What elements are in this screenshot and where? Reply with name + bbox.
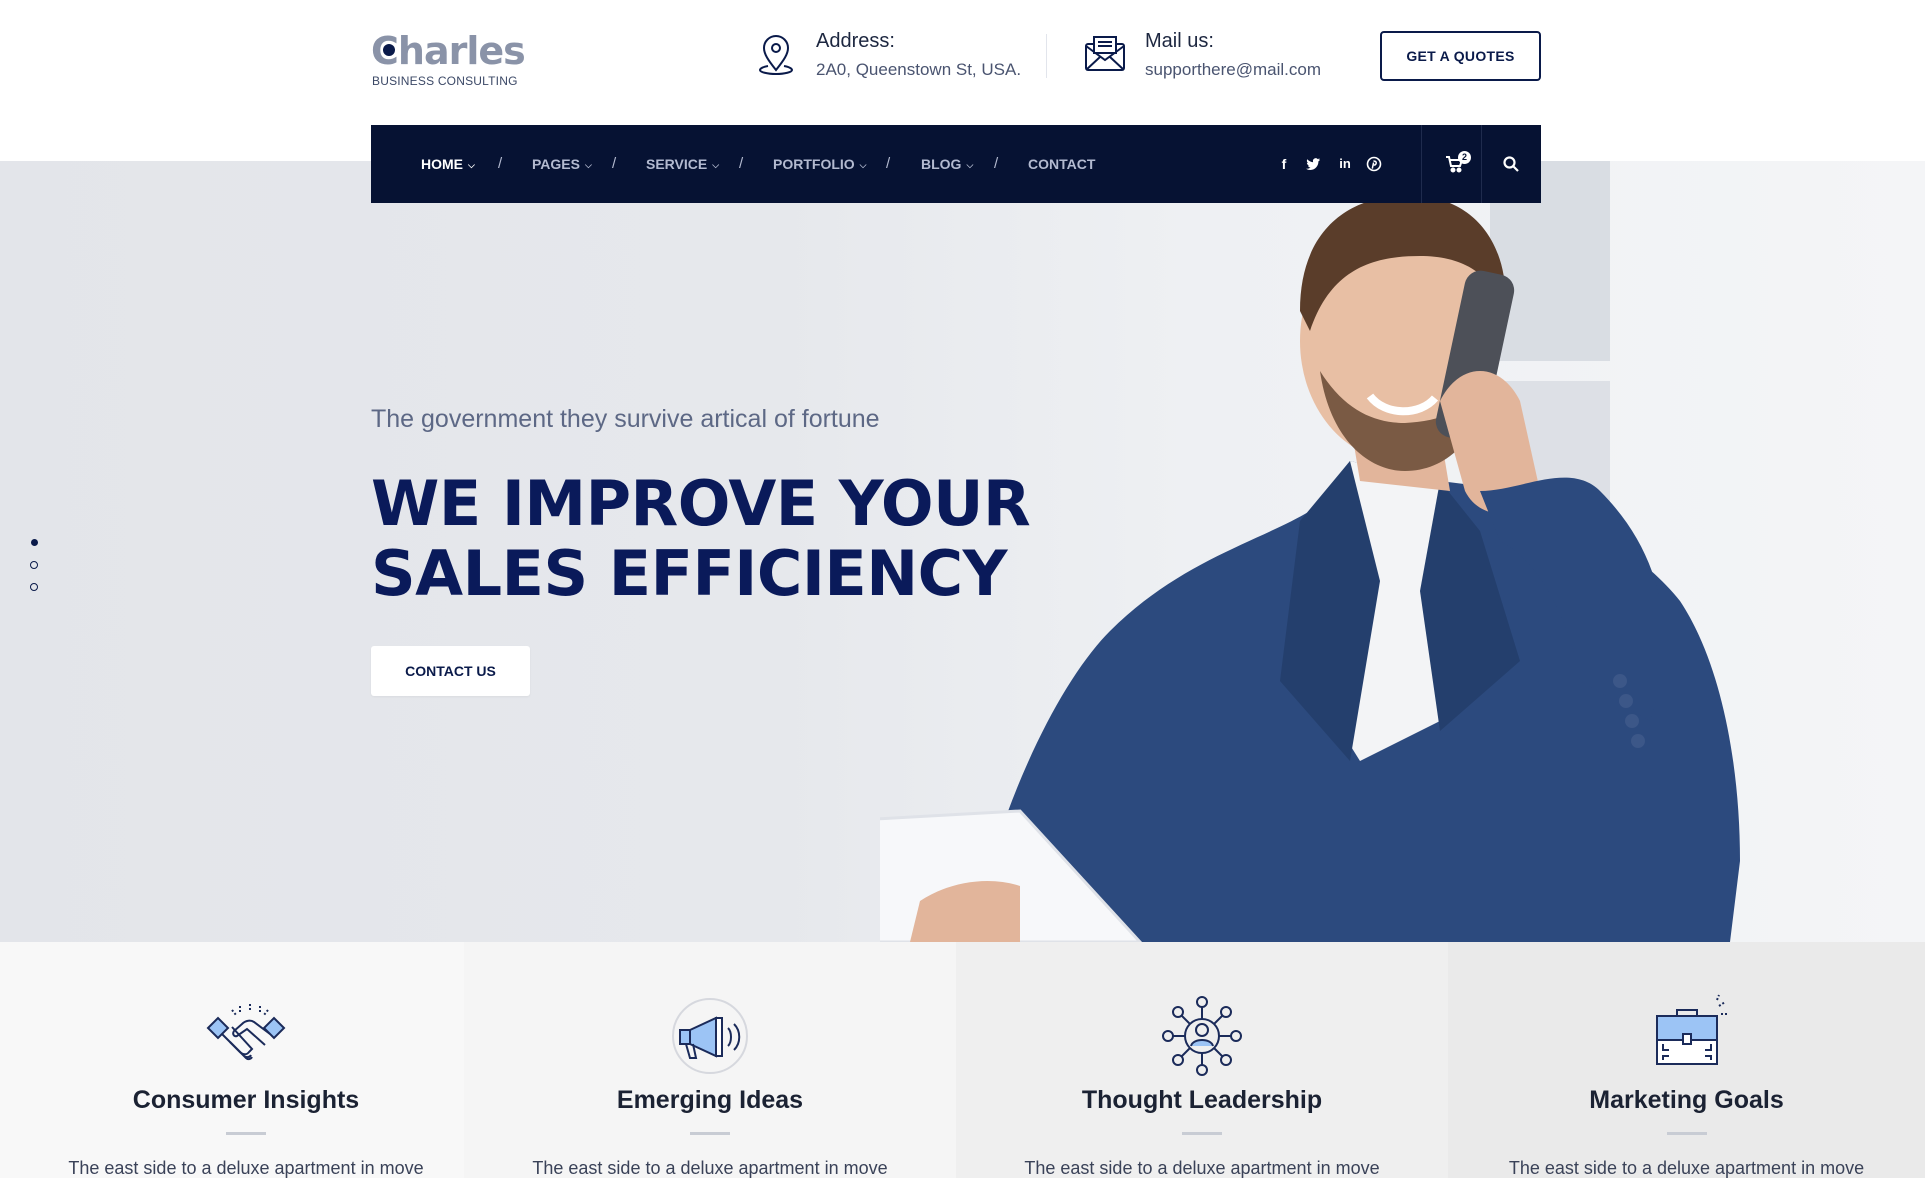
slide-dot-2[interactable] (30, 561, 38, 569)
map-pin-icon (758, 35, 794, 76)
linkedin-icon[interactable]: in (1336, 125, 1354, 203)
mail-info: Mail us: supporthere@mail.com (1083, 28, 1343, 88)
nav-separator: / (886, 155, 891, 172)
nav-item-pages[interactable]: PAGES ⌵ (532, 125, 592, 203)
contact-us-button[interactable]: CONTACT US (371, 646, 530, 696)
address-label: Address: (816, 30, 895, 52)
hero-title-line2: SALES EFFICIENCY (371, 537, 1008, 610)
network-people-icon (1162, 996, 1242, 1076)
nav-item-portfolio[interactable]: PORTFOLIO ⌵ (773, 125, 867, 203)
nav-divider (1421, 125, 1422, 203)
feature-title: Marketing Goals (1589, 1086, 1784, 1114)
feature-card[interactable]: Marketing Goals The east side to a delux… (1448, 942, 1925, 1178)
nav-separator: / (739, 155, 744, 172)
handshake-icon (206, 1004, 286, 1061)
feature-card[interactable]: Emerging Ideas The east side to a deluxe… (464, 942, 956, 1178)
feature-text: The east side to a deluxe apartment in m… (532, 1158, 888, 1178)
nav-item-blog[interactable]: BLOG ⌵ (921, 125, 973, 203)
logo-dot (383, 44, 395, 56)
feature-text: The east side to a deluxe apartment in m… (1508, 1158, 1865, 1178)
feature-title: Consumer Insights (132, 1086, 360, 1114)
nav-separator: / (498, 155, 503, 172)
address-info: Address: 2A0, Queenstown St, USA. (754, 28, 1044, 88)
feature-title: Emerging Ideas (616, 1086, 804, 1114)
feature-title: Thought Leadership (1081, 1086, 1323, 1114)
feature-text: The east side to a deluxe apartment in m… (1024, 1158, 1380, 1178)
search-icon[interactable] (1502, 155, 1520, 173)
brand-tagline: BUSINESS CONSULTING (372, 74, 518, 88)
feature-divider (226, 1132, 266, 1135)
envelope-icon (1085, 36, 1125, 71)
feature-divider (1182, 1132, 1222, 1135)
twitter-icon[interactable] (1305, 156, 1321, 172)
chevron-down-icon: ⌵ (712, 160, 720, 170)
nav-item-label: CONTACT (1028, 156, 1096, 172)
nav-item-label: PORTFOLIO (773, 156, 855, 172)
nav-item-label: PAGES (532, 156, 580, 172)
feature-card[interactable]: Thought Leadership The east side to a de… (956, 942, 1448, 1178)
chevron-down-icon: ⌵ (584, 160, 592, 170)
nav-item-label: SERVICE (646, 156, 708, 172)
nav-separator: / (612, 155, 617, 172)
megaphone-icon (672, 998, 748, 1074)
pinterest-icon[interactable] (1366, 156, 1382, 172)
nav-item-label: HOME (421, 156, 463, 172)
facebook-icon[interactable]: f (1275, 125, 1293, 203)
briefcase-icon (1655, 994, 1728, 1065)
brand-logo[interactable]: Charles BUSINESS CONSULTING (371, 28, 531, 92)
nav-item-label: BLOG (921, 156, 962, 172)
feature-card[interactable]: Consumer Insights The east side to a del… (0, 942, 492, 1178)
hero-title: WE IMPROVE YOUR SALES EFFICIENCY (371, 467, 1031, 610)
nav-separator: / (994, 155, 999, 172)
nav-item-home[interactable]: HOME ⌵ (421, 125, 475, 203)
nav-item-contact[interactable]: CONTACT (1028, 125, 1095, 203)
mail-value[interactable]: supporthere@mail.com (1145, 60, 1321, 80)
nav-divider (1481, 125, 1482, 203)
hero-title-line1: WE IMPROVE YOUR (371, 467, 1031, 540)
mail-label: Mail us: (1145, 30, 1214, 52)
chevron-down-icon: ⌵ (468, 160, 475, 170)
hero-subtitle: The government they survive artical of f… (371, 405, 880, 433)
feature-divider (690, 1132, 730, 1135)
hero-slider: The government they survive artical of f… (0, 161, 1925, 942)
features-section: Consumer Insights The east side to a del… (0, 942, 1925, 1178)
slide-dot-3[interactable] (30, 583, 38, 591)
feature-divider (1666, 1132, 1707, 1135)
feature-text: The east side to a deluxe apartment in m… (68, 1158, 424, 1178)
cart-count-badge: 2 (1458, 151, 1471, 164)
header-divider (1046, 34, 1047, 78)
address-value: 2A0, Queenstown St, USA. (816, 60, 1022, 79)
chevron-down-icon: ⌵ (859, 160, 867, 170)
chevron-down-icon: ⌵ (966, 160, 974, 170)
main-navigation: HOME ⌵ / PAGES ⌵ / SERVICE ⌵ / PORTFOLIO ⌵ /… (371, 125, 1541, 203)
get-quotes-button[interactable]: GET A QUOTES (1380, 31, 1541, 81)
nav-item-service[interactable]: SERVICE ⌵ (646, 125, 719, 203)
slide-dot-1[interactable] (31, 539, 38, 546)
